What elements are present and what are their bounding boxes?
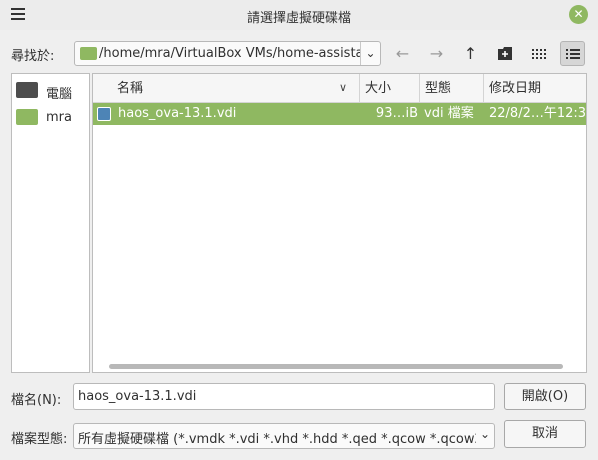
places-sidebar: 電腦 mra [11, 73, 90, 373]
column-header: 名稱 ∨ 大小 型態 修改日期 [93, 74, 586, 103]
grid-view-icon [531, 49, 546, 59]
window-title: 請選擇虛擬硬碟檔 [246, 11, 351, 26]
column-size[interactable]: 大小 [360, 74, 420, 103]
icon-view-button[interactable] [526, 41, 551, 66]
table-row[interactable]: haos_ova-13.1.vdi 93…iB vdi 檔案 22/8/2…午1… [93, 103, 587, 125]
horizontal-scrollbar[interactable] [109, 364, 563, 369]
look-in-label: 尋找於: [11, 49, 55, 64]
path-text: /home/mra/VirtualBox VMs/home-assistant [99, 46, 361, 61]
file-type-select[interactable]: 所有虛擬硬碟檔 (*.vmdk *.vdi *.vhd *.hdd *.qed … [73, 423, 495, 449]
title-bar: 請選擇虛擬硬碟檔 ✕ [0, 0, 598, 30]
computer-icon [16, 82, 38, 98]
folder-icon [16, 109, 38, 125]
open-button[interactable]: 開啟(O) [504, 383, 586, 410]
back-button[interactable]: ← [390, 41, 415, 66]
sidebar-item-computer[interactable]: 電腦 [16, 80, 88, 102]
detail-view-button[interactable] [560, 41, 585, 66]
sidebar-item-label: 電腦 [46, 87, 73, 102]
file-type-label: 檔案型態: [11, 432, 68, 447]
path-combo[interactable]: /home/mra/VirtualBox VMs/home-assistant … [74, 41, 381, 66]
column-name[interactable]: 名稱 [93, 74, 360, 103]
filename-input[interactable]: haos_ova-13.1.vdi [73, 383, 495, 410]
file-modified: 22/8/2…午12:35 [489, 106, 587, 121]
close-icon: ✕ [573, 7, 584, 21]
new-folder-button[interactable] [492, 41, 517, 66]
forward-arrow-icon: → [429, 44, 444, 63]
file-name: haos_ova-13.1.vdi [118, 106, 237, 121]
parent-directory-button[interactable]: ↑ [458, 41, 483, 66]
filename-label: 檔名(N): [11, 393, 62, 408]
close-button[interactable]: ✕ [569, 5, 588, 24]
disk-image-icon [97, 107, 111, 121]
new-folder-icon [497, 47, 512, 60]
list-view-icon [565, 49, 580, 59]
sidebar-item-mra[interactable]: mra [16, 107, 88, 129]
cancel-button[interactable]: 取消 [504, 420, 586, 448]
file-size: 93…iB [375, 106, 418, 121]
chevron-down-icon: ⌄ [479, 427, 490, 441]
column-modified[interactable]: 修改日期 [484, 74, 586, 103]
file-type: vdi 檔案 [424, 106, 474, 121]
file-list: 名稱 ∨ 大小 型態 修改日期 haos_ova-13.1.vdi 93…iB … [92, 73, 587, 373]
up-arrow-icon: ↑ [463, 44, 478, 63]
sort-descending-icon: ∨ [339, 81, 348, 94]
folder-icon [80, 47, 97, 60]
back-arrow-icon: ← [395, 44, 410, 63]
sidebar-item-label: mra [46, 110, 72, 125]
forward-button[interactable]: → [424, 41, 449, 66]
chevron-down-icon[interactable]: ⌄ [360, 42, 380, 65]
column-type[interactable]: 型態 [420, 74, 484, 103]
file-type-value: 所有虛擬硬碟檔 (*.vmdk *.vdi *.vhd *.hdd *.qed … [78, 432, 476, 447]
